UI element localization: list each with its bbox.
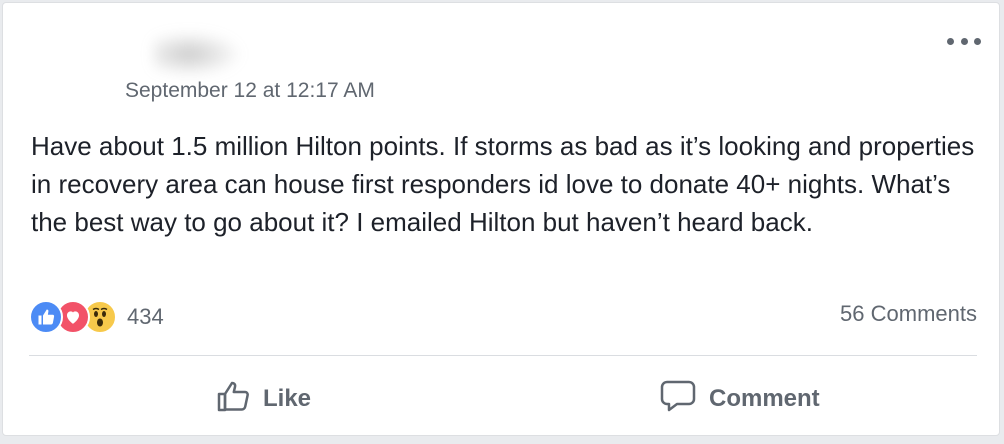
like-reaction-icon	[29, 300, 63, 334]
like-button-label: Like	[263, 385, 312, 412]
blurred-author	[153, 31, 243, 77]
comments-count-link[interactable]: 56 Comments	[840, 301, 977, 327]
more-options-icon[interactable]	[947, 31, 981, 51]
action-divider	[29, 355, 977, 356]
like-button[interactable]: Like	[215, 375, 311, 423]
reaction-count: 434	[127, 304, 164, 329]
thumbs-up-icon	[215, 378, 263, 421]
comment-button-label: Comment	[709, 385, 820, 412]
reactions-summary[interactable]: 434	[29, 299, 164, 335]
speech-bubble-icon	[659, 378, 709, 421]
comment-button[interactable]: Comment	[659, 375, 820, 423]
post-text: Have about 1.5 million Hilton points. If…	[31, 131, 975, 237]
post-card: September 12 at 12:17 AM Have about 1.5 …	[2, 2, 1000, 436]
post-timestamp[interactable]: September 12 at 12:17 AM	[125, 79, 375, 103]
